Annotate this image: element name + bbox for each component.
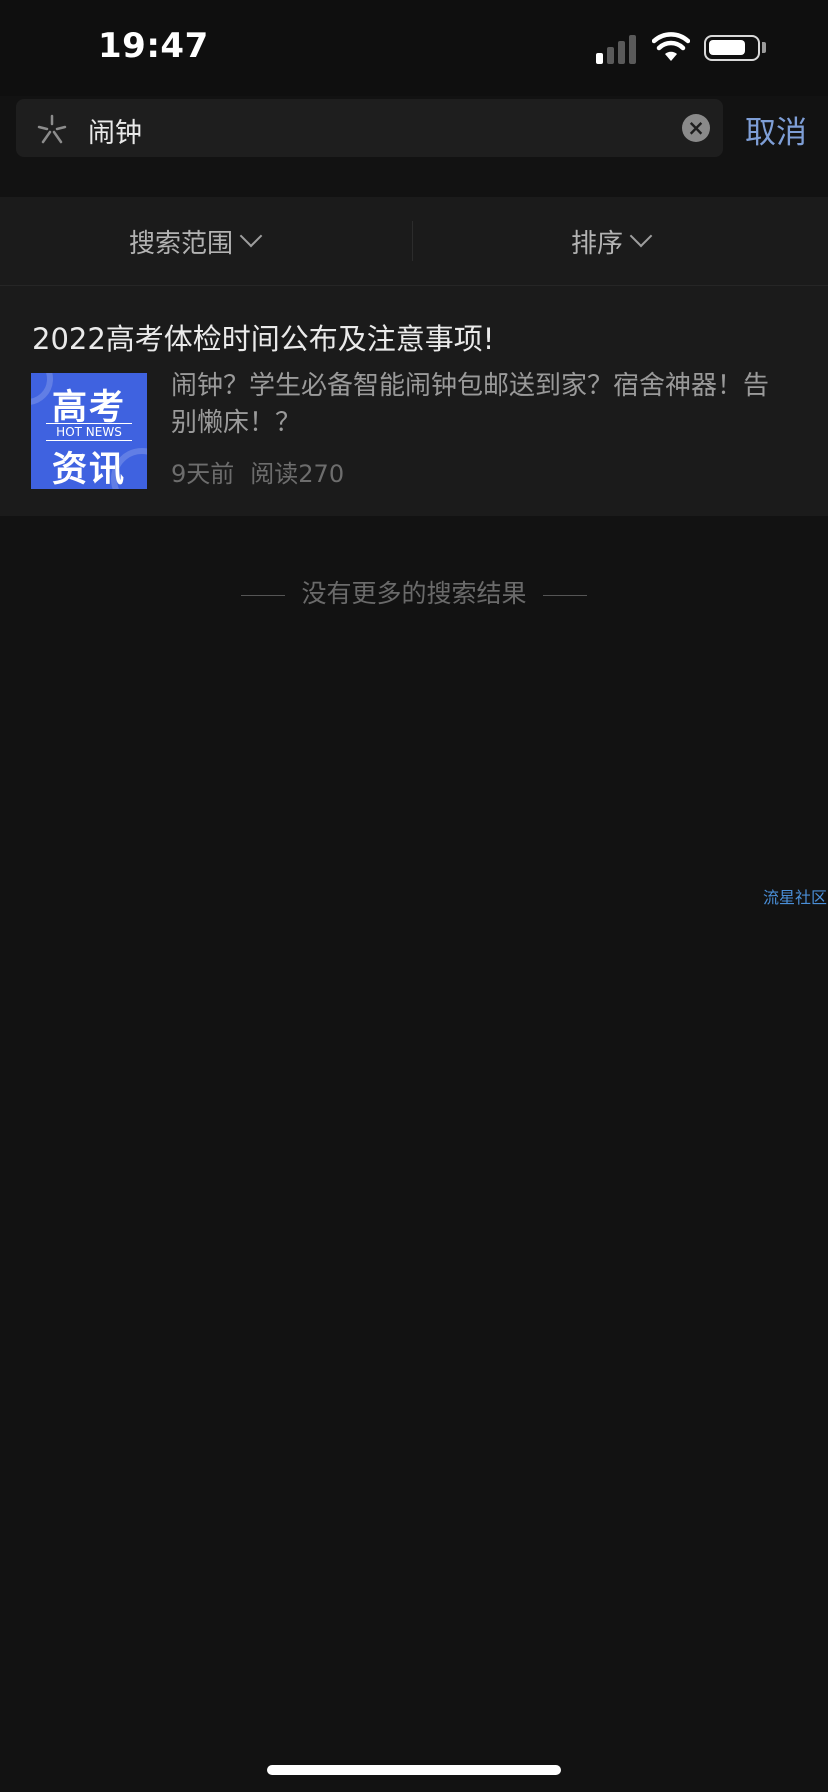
battery-icon <box>704 35 760 61</box>
search-scope-label: 搜索范围 <box>129 228 234 259</box>
thumbnail-headline-2: 资讯 <box>51 450 126 489</box>
battery-tip <box>762 42 766 53</box>
result-time: 9天前 <box>171 460 235 488</box>
result-title: 2022高考体检时间公布及注意事项! <box>32 322 495 356</box>
status-bar: 19:47 <box>0 0 828 96</box>
sort-label: 排序 <box>571 228 624 259</box>
cancel-button[interactable]: 取消 <box>745 107 807 152</box>
app-logo-icon <box>37 114 67 144</box>
thumbnail-subtitle: HOT NEWS <box>46 423 132 441</box>
chevron-down-icon <box>239 224 263 248</box>
status-time: 19:47 <box>98 26 209 66</box>
search-scope-dropdown[interactable]: 搜索范围 <box>129 197 263 285</box>
home-indicator[interactable] <box>267 1765 561 1775</box>
result-snippet: 闹钟？学生必备智能闹钟包邮送到家？宿舍神器！告别懒床！？ <box>171 371 770 438</box>
filter-bar: 搜索范围 排序 <box>0 197 828 286</box>
search-result-item[interactable]: 2022高考体检时间公布及注意事项! 高考 HOT NEWS 资讯 闹钟？学生必… <box>0 286 828 516</box>
end-of-results: 没有更多的搜索结果 <box>0 574 828 610</box>
result-thumbnail: 高考 HOT NEWS 资讯 <box>31 373 147 489</box>
result-meta: 9天前 阅读270 <box>171 454 344 489</box>
watermark: 流星社区 <box>763 888 828 907</box>
cellular-signal-icon <box>596 34 638 64</box>
end-message: 没有更多的搜索结果 <box>301 579 527 608</box>
wifi-icon <box>652 32 690 61</box>
result-read-count: 阅读270 <box>250 460 345 488</box>
divider-line <box>241 594 286 596</box>
filter-divider <box>412 221 413 261</box>
search-input[interactable]: 闹钟 <box>88 111 142 150</box>
clear-search-icon[interactable]: × <box>682 114 710 142</box>
search-box[interactable]: 闹钟 × <box>16 99 723 157</box>
chevron-down-icon <box>629 224 653 248</box>
sort-dropdown[interactable]: 排序 <box>571 197 653 285</box>
divider-line <box>542 594 587 596</box>
